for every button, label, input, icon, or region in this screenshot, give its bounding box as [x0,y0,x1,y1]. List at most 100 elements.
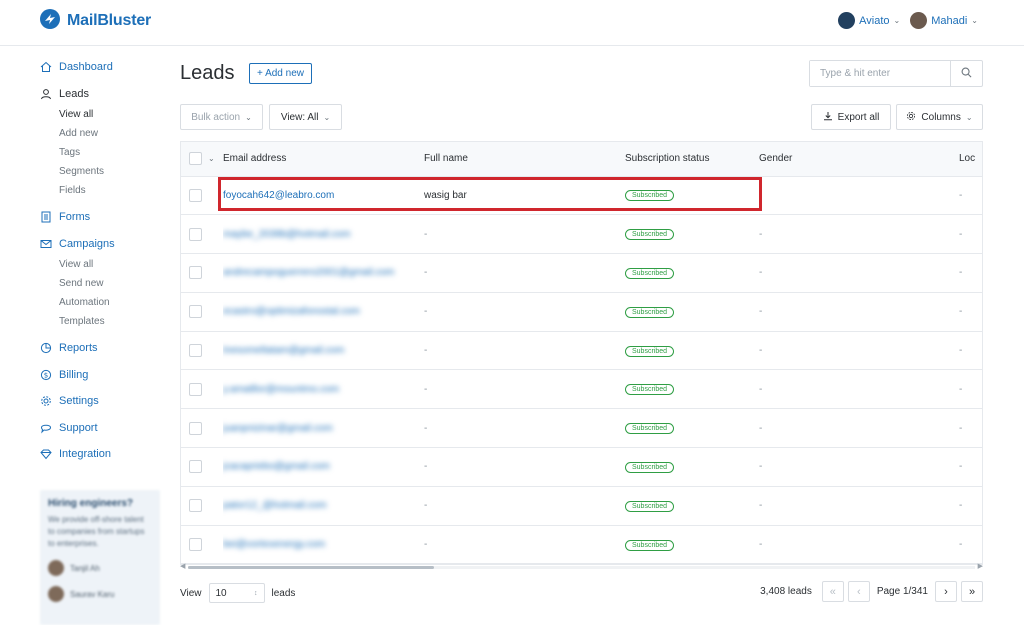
table-row[interactable]: maybe_2039b@hotmail.com - Subscribed - - [181,214,982,255]
diamond-icon [40,448,52,460]
header-email[interactable]: Email address [223,142,424,177]
lead-location: - [959,525,982,564]
horizontal-scrollbar[interactable]: ◀ ▶ [180,562,983,570]
row-checkbox[interactable] [189,344,202,358]
select-all-checkbox[interactable] [189,152,202,166]
table-row[interactable]: andrecampoguerrero2001@gmail.com - Subsc… [181,253,982,293]
row-checkbox[interactable] [189,266,202,280]
view-filter-dropdown[interactable]: View: All ⌄ [269,104,342,130]
lead-email-link[interactable]: tnesomeltatam@gmail.com [223,345,344,356]
sidebar-item-leads[interactable]: Leads [40,85,165,103]
header-full-name[interactable]: Full name [424,142,625,177]
row-checkbox[interactable] [189,460,202,474]
search-box [809,60,983,87]
row-checkbox[interactable] [189,382,202,396]
page-size-stepper[interactable]: 10 ↕ [208,583,265,603]
lead-gender: - [759,253,959,293]
table-row[interactable]: bei@vortexenergy.com - Subscribed - - [181,525,982,564]
subnav-add-new[interactable]: Add new [59,124,165,143]
gear-icon [906,111,916,124]
table-row[interactable]: y.amatllor@mountmo.com - Subscribed - - [181,369,982,410]
next-page-button[interactable]: › [935,581,957,602]
sidebar-item-settings[interactable]: Settings [40,392,165,410]
lead-gender: - [759,292,959,332]
svg-text:$: $ [44,371,48,379]
subnav-segments[interactable]: Segments [59,162,165,181]
subnav-fields[interactable]: Fields [59,181,165,200]
add-new-button[interactable]: + Add new [249,63,312,84]
prev-page-button[interactable]: ‹ [847,581,870,602]
row-checkbox[interactable] [189,188,202,202]
status-badge: Subscribed [625,500,675,512]
stepper-icon: ↕ [254,589,258,597]
user-name: Mahadi [931,14,968,27]
lead-location: - [959,292,982,332]
search-input[interactable] [810,61,950,86]
subnav-automation[interactable]: Automation [59,293,165,312]
chevron-down-icon[interactable]: ⌄ [208,154,215,163]
row-checkbox[interactable] [189,538,202,552]
table-row[interactable]: ecastro@optimizafonostal.com - Subscribe… [181,292,982,332]
scroll-right-arrow-icon[interactable]: ▶ [978,562,983,570]
lead-full-name: - [424,486,625,526]
row-checkbox[interactable] [189,499,202,513]
row-checkbox[interactable] [189,227,202,241]
lead-email-link[interactable]: pator12_@hotmail.com [223,500,327,511]
lead-location: - [959,253,982,293]
sidebar-item-campaigns[interactable]: Campaigns [40,235,165,253]
lead-full-name: - [424,525,625,564]
form-icon [40,211,52,223]
lead-location: - [959,214,982,255]
subnav-view-all-campaigns[interactable]: View all [59,255,165,274]
table-row[interactable]: jcacapriebo@gmail.com - Subscribed - - [181,447,982,487]
table-row[interactable]: foyocah642@leabro.com wasig bar Subscrib… [181,176,982,216]
first-page-button[interactable]: « [821,581,844,602]
scrollbar-thumb[interactable] [188,566,434,569]
table-row[interactable]: juanpnizinar@gmail.com - Subscribed - - [181,408,982,449]
sidebar-item-forms[interactable]: Forms [40,208,165,226]
sidebar-item-billing[interactable]: $ Billing [40,366,165,384]
sidebar-item-integration[interactable]: Integration [40,445,165,463]
columns-dropdown[interactable]: Columns ⌄ [896,104,983,130]
row-checkbox[interactable] [189,305,202,319]
bulk-action-dropdown[interactable]: Bulk action ⌄ [180,104,263,130]
table-header-row: ⌄ Email address Full name Subscription s… [181,142,982,177]
sidebar-item-dashboard[interactable]: Dashboard [40,58,165,76]
lead-email-link[interactable]: y.amatllor@mountmo.com [223,384,339,395]
export-all-button[interactable]: Export all [811,104,891,130]
header-gender[interactable]: Gender [759,142,959,177]
lead-location: - [959,408,982,449]
columns-label: Columns [921,111,961,123]
status-badge: Subscribed [625,190,675,202]
mailbluster-logo-icon [40,9,60,32]
lead-email-link[interactable]: maybe_2039b@hotmail.com [223,229,350,240]
lead-location: - [959,447,982,487]
table-row[interactable]: pator12_@hotmail.com - Subscribed - - [181,486,982,526]
search-icon [961,67,972,81]
lead-email-link[interactable]: foyocah642@leabro.com [223,190,334,201]
row-checkbox[interactable] [189,421,202,435]
lead-email-link[interactable]: ecastro@optimizafonostal.com [223,306,360,317]
scroll-left-arrow-icon[interactable]: ◀ [180,562,185,570]
status-badge: Subscribed [625,267,675,279]
brand-logo[interactable]: MailBluster [40,9,151,32]
table-row[interactable]: tnesomeltatam@gmail.com - Subscribed - - [181,331,982,371]
subnav-view-all[interactable]: View all [59,105,165,124]
total-leads-count: 3,408 leads [760,586,812,597]
lead-email-link[interactable]: andrecampoguerrero2001@gmail.com [223,267,394,278]
search-button[interactable] [950,61,982,86]
subnav-tags[interactable]: Tags [59,143,165,162]
subnav-templates[interactable]: Templates [59,312,165,331]
sidebar-item-support[interactable]: Support [40,419,165,437]
org-switcher[interactable]: Aviato ⌄ [838,12,900,29]
hiring-promo-card[interactable]: Hiring engineers? We provide off-shore t… [40,490,160,625]
header-location[interactable]: Loc [959,142,982,177]
subnav-send-new[interactable]: Send new [59,274,165,293]
header-subscription-status[interactable]: Subscription status [625,142,759,177]
sidebar-item-reports[interactable]: Reports [40,339,165,357]
last-page-button[interactable]: » [961,581,983,602]
user-menu[interactable]: Mahadi ⌄ [910,12,978,29]
lead-email-link[interactable]: bei@vortexenergy.com [223,539,325,550]
lead-email-link[interactable]: jcacapriebo@gmail.com [223,461,330,472]
lead-email-link[interactable]: juanpnizinar@gmail.com [223,423,333,434]
